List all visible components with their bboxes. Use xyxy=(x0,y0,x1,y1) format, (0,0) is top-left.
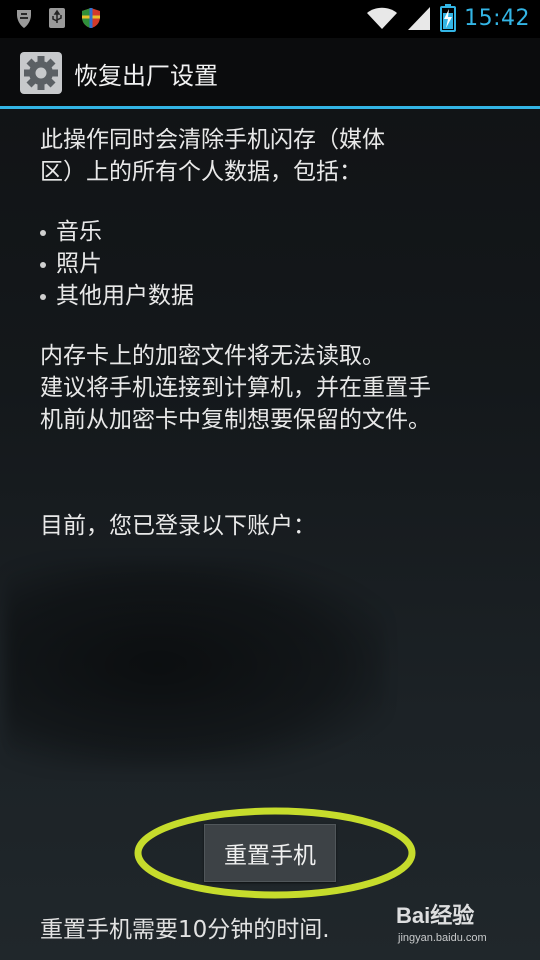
baidu-watermark: Bai经验 jingyan.baidu.com xyxy=(396,898,512,950)
warning-line-1: 内存卡上的加密文件将无法读取。 xyxy=(40,343,385,369)
page-title: 恢复出厂设置 xyxy=(74,62,218,90)
system-indicators: 15:42 xyxy=(366,4,530,32)
list-item: 其他用户数据 xyxy=(40,280,510,312)
clock: 15:42 xyxy=(464,5,530,31)
shield-icon xyxy=(80,7,102,29)
intro-text: 此操作同时会清除手机闪存（媒体 区）上的所有个人数据，包括： xyxy=(40,124,510,188)
intro-line-2: 区）上的所有个人数据，包括： xyxy=(40,159,362,185)
reset-phone-button[interactable]: 重置手机 xyxy=(204,824,336,882)
intro-line-1: 此操作同时会清除手机闪存（媒体 xyxy=(40,127,385,153)
accounts-label: 目前，您已登录以下账户： xyxy=(40,513,316,539)
wifi-icon xyxy=(366,6,398,30)
list-item: 照片 xyxy=(40,248,510,280)
signal-icon xyxy=(406,5,432,31)
watermark-url: jingyan.baidu.com xyxy=(398,932,487,944)
status-bar: 15:42 xyxy=(0,0,540,38)
redacted-accounts xyxy=(6,560,386,770)
warning-line-2: 建议将手机连接到计算机，并在重置手 xyxy=(40,375,431,401)
title-bar: 恢复出厂设置 xyxy=(0,38,540,109)
data-list: 音乐 照片 其他用户数据 xyxy=(40,216,510,312)
usb-icon xyxy=(48,7,66,29)
encryption-warning: 内存卡上的加密文件将无法读取。 建议将手机连接到计算机，并在重置手 机前从加密卡… xyxy=(40,340,510,436)
list-item: 音乐 xyxy=(40,216,510,248)
gear-icon xyxy=(20,52,62,94)
duration-note: 重置手机需要10分钟的时间. xyxy=(40,917,330,943)
warning-content: 此操作同时会清除手机闪存（媒体 区）上的所有个人数据，包括： 音乐 照片 其他用… xyxy=(40,124,510,436)
warning-line-3: 机前从加密卡中复制想要保留的文件。 xyxy=(40,407,431,433)
notification-icons xyxy=(14,7,102,29)
watermark-logo: Bai经验 xyxy=(396,903,475,928)
battery-charging-icon xyxy=(440,4,457,32)
notification-icon xyxy=(14,7,34,29)
screen: 15:42 恢复出厂设置 此操作同时会清除手机闪存（媒体 区）上的所有个人数据，… xyxy=(0,0,540,960)
